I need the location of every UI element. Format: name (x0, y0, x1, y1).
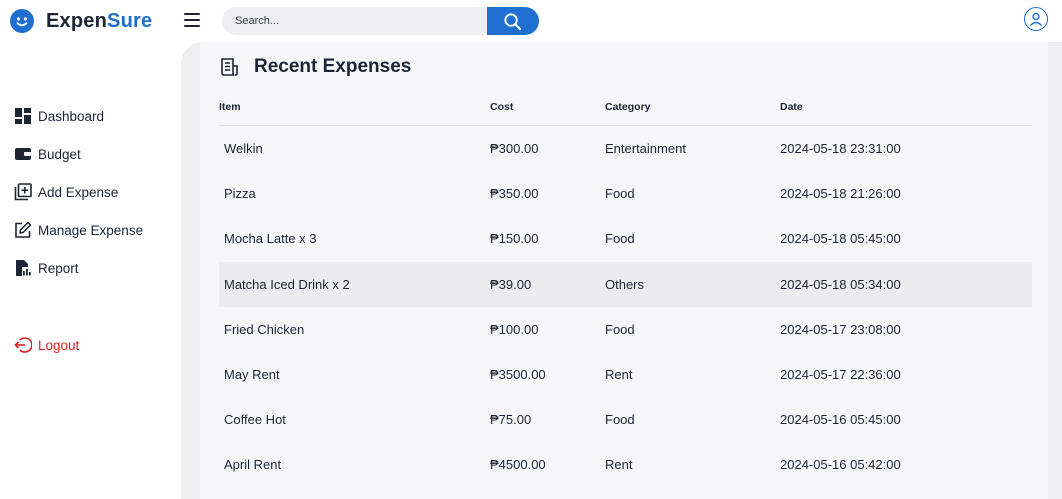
cell-item: Mocha Latte x 3 (224, 231, 317, 247)
brand-name-prefix: Expen (46, 9, 108, 32)
dashboard-icon (14, 107, 32, 125)
search-button[interactable] (487, 7, 539, 35)
top-bar: ExpenSure (0, 0, 1062, 42)
cell-cost: ₱75.00 (490, 412, 532, 428)
cell-category: Food (605, 321, 635, 337)
sidebar-item-budget[interactable]: Budget (14, 144, 81, 164)
cell-category: Rent (605, 366, 633, 382)
logout-button[interactable]: Logout (14, 335, 79, 355)
cell-item: Coffee Hot (224, 412, 286, 428)
cell-cost: ₱39.00 (490, 276, 532, 292)
edit-icon (14, 221, 32, 239)
column-header-cost: Cost (490, 101, 514, 113)
table-row[interactable]: Fried Chicken ₱100.00 Food 2024-05-17 23… (219, 307, 1032, 352)
user-icon (1029, 12, 1043, 26)
user-avatar[interactable] (1024, 7, 1048, 31)
cell-date: 2024-05-18 05:45:00 (780, 231, 901, 247)
table-row[interactable]: Mocha Latte x 3 ₱150.00 Food 2024-05-18 … (219, 216, 1032, 261)
table-row[interactable]: Welkin ₱300.00 Entertainment 2024-05-18 … (219, 126, 1032, 171)
column-header-item: Item (219, 101, 241, 113)
cell-item: Fried Chicken (224, 321, 305, 337)
report-icon (14, 259, 32, 277)
table-row[interactable]: April Rent ₱4500.00 Rent 2024-05-16 05:4… (219, 442, 1032, 487)
column-header-category: Category (605, 101, 651, 113)
sidebar-item-label: Budget (38, 146, 81, 162)
cell-date: 2024-05-16 05:45:00 (780, 412, 901, 428)
brand-logo[interactable]: ExpenSure (10, 8, 152, 34)
search-bar (222, 7, 539, 35)
sidebar-item-dashboard[interactable]: Dashboard (14, 106, 104, 126)
cell-category: Entertainment (605, 141, 686, 156)
receipt-icon (220, 57, 240, 77)
search-input[interactable] (222, 7, 487, 35)
cell-category: Others (605, 276, 645, 292)
cell-item: May Rent (224, 366, 280, 382)
cell-date: 2024-05-16 05:42:00 (780, 457, 901, 473)
page-title: Recent Expenses (254, 56, 412, 77)
cell-item: Matcha Iced Drink x 2 (224, 276, 350, 292)
table-row[interactable]: Coffee Hot ₱75.00 Food 2024-05-16 05:45:… (219, 397, 1032, 442)
sidebar-item-report[interactable]: Report (14, 258, 79, 278)
cell-date: 2024-05-18 05:34:00 (780, 276, 901, 292)
cell-category: Food (605, 412, 635, 428)
sidebar-item-label: Add Expense (38, 184, 119, 200)
cell-item: April Rent (224, 457, 282, 473)
logout-icon (14, 336, 32, 354)
menu-toggle-icon[interactable] (184, 13, 200, 27)
expenses-table: Item Cost Category Date Welkin ₱300.00 E… (219, 92, 1032, 488)
cell-category: Rent (605, 457, 633, 473)
table-row[interactable]: Pizza ₱350.00 Food 2024-05-18 21:26:00 (219, 171, 1032, 216)
panel-header: Recent Expenses (220, 55, 411, 79)
sidebar-item-label: Dashboard (38, 108, 105, 124)
sidebar: Dashboard Budget Add Expense Manage Expe… (0, 42, 181, 499)
cell-category: Food (605, 231, 635, 247)
cell-cost: ₱3500.00 (490, 366, 546, 382)
cell-item: Welkin (224, 141, 263, 156)
sidebar-item-label: Report (38, 260, 79, 276)
sidebar-item-add-expense[interactable]: Add Expense (14, 182, 118, 202)
cell-date: 2024-05-18 23:31:00 (780, 141, 901, 156)
brand-name: ExpenSure (46, 10, 152, 33)
cell-cost: ₱300.00 (490, 141, 539, 156)
cell-cost: ₱350.00 (490, 186, 539, 202)
logout-label: Logout (38, 337, 80, 353)
add-square-icon (14, 183, 32, 201)
cell-date: 2024-05-18 21:26:00 (780, 186, 901, 202)
cell-item: Pizza (224, 186, 256, 202)
table-header: Item Cost Category Date (219, 92, 1032, 126)
cell-category: Food (605, 186, 635, 202)
column-header-date: Date (780, 101, 803, 113)
brand-name-suffix: Sure (107, 9, 153, 32)
cell-cost: ₱150.00 (490, 231, 539, 247)
table-row[interactable]: May Rent ₱3500.00 Rent 2024-05-17 22:36:… (219, 352, 1032, 397)
table-row-hovered[interactable]: Matcha Iced Drink x 2 ₱39.00 Others 2024… (219, 261, 1032, 307)
smiley-logo-icon (10, 9, 34, 33)
cell-date: 2024-05-17 23:08:00 (780, 321, 901, 337)
search-icon (504, 13, 522, 31)
cell-cost: ₱4500.00 (490, 457, 546, 473)
wallet-icon (14, 145, 32, 163)
cell-cost: ₱100.00 (490, 321, 539, 337)
cell-date: 2024-05-17 22:36:00 (780, 366, 901, 382)
sidebar-item-manage-expense[interactable]: Manage Expense (14, 220, 143, 240)
sidebar-item-label: Manage Expense (38, 222, 144, 238)
